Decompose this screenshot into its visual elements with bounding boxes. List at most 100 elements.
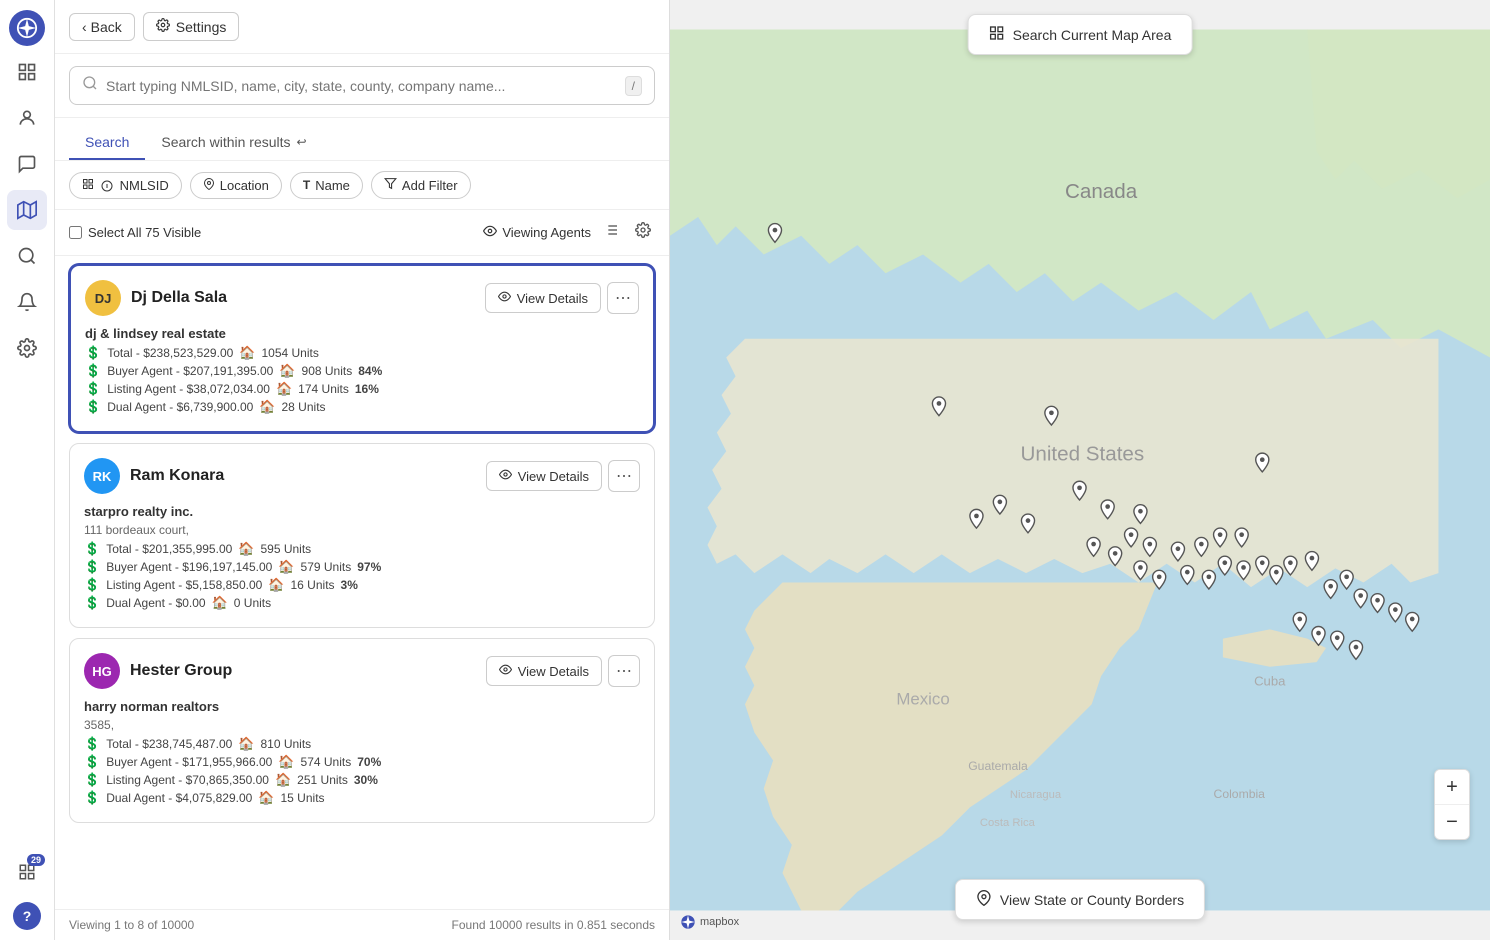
viewing-agents-button[interactable]: Viewing Agents <box>483 224 591 241</box>
help-button[interactable]: ? <box>13 902 41 930</box>
view-details-button[interactable]: View Details <box>485 283 601 313</box>
svg-text:United States: United States <box>1020 443 1144 466</box>
filter-chip-nmlsid[interactable]: NMLSID <box>69 172 182 199</box>
stat-units: 1054 Units <box>261 346 318 360</box>
view-borders-button[interactable]: View State or County Borders <box>955 879 1205 920</box>
dollar-icon: 💲 <box>84 559 100 575</box>
search-input[interactable] <box>106 78 617 94</box>
svg-text:Nicaragua: Nicaragua <box>1010 789 1062 801</box>
svg-text:Canada: Canada <box>1065 180 1138 203</box>
sidebar-item-contacts[interactable] <box>7 98 47 138</box>
dollar-icon: 💲 <box>85 345 101 361</box>
sidebar-item-notifications-badge[interactable]: 29 <box>7 852 47 892</box>
sidebar-item-messages[interactable] <box>7 144 47 184</box>
results-settings-button[interactable] <box>631 218 655 247</box>
agent-name: Hester Group <box>130 662 232 680</box>
location-label: Location <box>220 178 269 193</box>
add-filter-button[interactable]: Add Filter <box>371 171 471 199</box>
house-icon: 🏠 <box>279 363 295 379</box>
stat-pct: 3% <box>341 578 358 592</box>
view-details-button[interactable]: View Details <box>486 656 602 686</box>
dollar-icon: 💲 <box>84 541 100 557</box>
results-footer: Viewing 1 to 8 of 10000 Found 10000 resu… <box>55 909 669 940</box>
sidebar-item-settings[interactable] <box>7 328 47 368</box>
agent-name-row: DJ Dj Della Sala <box>85 280 227 316</box>
dollar-icon: 💲 <box>84 790 100 806</box>
sidebar-item-map[interactable] <box>7 190 47 230</box>
dollar-icon: 💲 <box>84 577 100 593</box>
house-icon: 🏠 <box>239 345 255 361</box>
select-all-checkbox[interactable] <box>69 226 82 239</box>
stat-units: 579 Units <box>301 560 352 574</box>
zoom-in-button[interactable]: + <box>1435 770 1469 804</box>
stat-pct: 84% <box>358 364 382 378</box>
dollar-icon: 💲 <box>84 595 100 611</box>
stat-label: Total - $238,745,487.00 <box>106 737 232 751</box>
view-details-button[interactable]: View Details <box>486 461 602 491</box>
agent-name-row: HG Hester Group <box>84 653 232 689</box>
house-icon: 🏠 <box>258 790 274 806</box>
stat-units: 595 Units <box>260 542 311 556</box>
avatar: HG <box>84 653 120 689</box>
sidebar-item-search[interactable] <box>7 236 47 276</box>
view-details-label: View Details <box>518 469 589 484</box>
house-icon: 🏠 <box>278 559 294 575</box>
search-current-map-button[interactable]: Search Current Map Area <box>968 14 1193 55</box>
tab-search-within[interactable]: Search within results ↩ <box>145 126 322 160</box>
dollar-icon: 💲 <box>84 772 100 788</box>
more-options-button[interactable]: ⋯ <box>607 282 639 314</box>
back-button[interactable]: ‹ Back <box>69 13 135 41</box>
sort-button[interactable] <box>599 218 623 247</box>
viewing-agents-label: Viewing Agents <box>502 225 591 240</box>
agent-card-header: RK Ram Konara View Details ⋯ <box>84 458 640 494</box>
settings-label: Settings <box>176 19 227 35</box>
stat-units: 0 Units <box>234 596 271 610</box>
agent-card-ram-konara[interactable]: RK Ram Konara View Details ⋯ starpro rea… <box>69 443 655 628</box>
filter-chip-location[interactable]: Location <box>190 172 282 199</box>
sidebar-item-bell[interactable] <box>7 282 47 322</box>
text-icon: T <box>303 178 310 192</box>
dollar-icon: 💲 <box>84 736 100 752</box>
agent-name: Ram Konara <box>130 467 224 485</box>
company-name: starpro realty inc. <box>84 504 640 519</box>
select-all-text: Select All 75 Visible <box>88 225 201 240</box>
stat-pct: 70% <box>357 755 381 769</box>
settings-button[interactable]: Settings <box>143 12 240 41</box>
add-filter-label: Add Filter <box>402 178 458 193</box>
panel-header: ‹ Back Settings <box>55 0 669 54</box>
agent-name: Dj Della Sala <box>131 289 227 307</box>
dollar-icon: 💲 <box>84 754 100 770</box>
stat-units: 810 Units <box>260 737 311 751</box>
notification-badge: 29 <box>27 854 45 866</box>
grid-icon <box>82 178 94 193</box>
stat-label: Dual Agent - $0.00 <box>106 596 205 610</box>
avatar: RK <box>84 458 120 494</box>
house-icon: 🏠 <box>275 772 291 788</box>
house-icon: 🏠 <box>268 577 284 593</box>
svg-text:Guatemala: Guatemala <box>968 759 1028 773</box>
stat-row: 💲 Buyer Agent - $171,955,966.00 🏠 574 Un… <box>84 754 640 770</box>
more-options-button[interactable]: ⋯ <box>608 655 640 687</box>
zoom-out-button[interactable]: − <box>1435 805 1469 839</box>
more-options-button[interactable]: ⋯ <box>608 460 640 492</box>
sidebar-item-dashboard[interactable] <box>7 52 47 92</box>
stat-row: 💲 Dual Agent - $0.00 🏠 0 Units <box>84 595 640 611</box>
tab-search[interactable]: Search <box>69 126 145 160</box>
stat-label: Buyer Agent - $196,197,145.00 <box>106 560 272 574</box>
agent-card-dj-della-sala[interactable]: DJ Dj Della Sala View Details ⋯ dj & lin… <box>69 264 655 433</box>
select-all-label[interactable]: Select All 75 Visible <box>69 225 201 240</box>
company-address: 3585, <box>84 718 640 732</box>
stat-label: Total - $201,355,995.00 <box>106 542 232 556</box>
filter-chip-name[interactable]: T Name <box>290 172 363 199</box>
stat-units: 28 Units <box>282 400 326 414</box>
logo-icon <box>9 10 45 46</box>
company-name: harry norman realtors <box>84 699 640 714</box>
agent-card-hester-group[interactable]: HG Hester Group View Details ⋯ harry nor… <box>69 638 655 823</box>
company-name: dj & lindsey real estate <box>85 326 639 341</box>
house-icon: 🏠 <box>276 381 292 397</box>
back-label: Back <box>91 19 122 35</box>
stat-label: Buyer Agent - $171,955,966.00 <box>106 755 272 769</box>
search-panel: ‹ Back Settings / Search <box>55 0 670 940</box>
search-map-icon <box>989 25 1005 44</box>
search-tabs: Search Search within results ↩ <box>55 118 669 161</box>
